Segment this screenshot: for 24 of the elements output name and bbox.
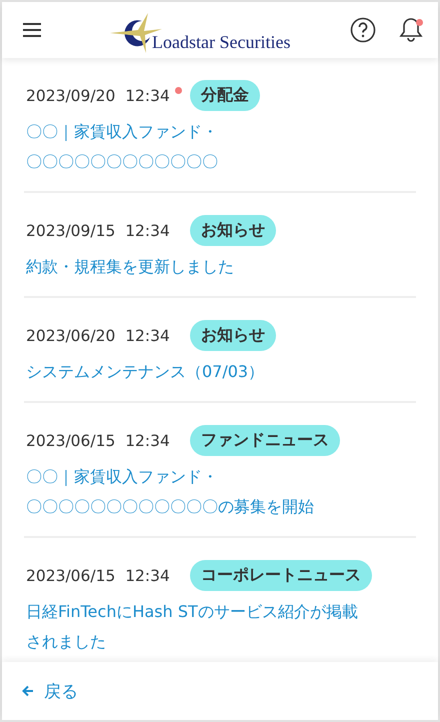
category-tag: 分配金 (190, 80, 260, 111)
news-datetime: 2023/09/15 12:34 (26, 222, 171, 240)
news-title-link[interactable]: 〇〇｜家賃収入ファンド・ 〇〇〇〇〇〇〇〇〇〇〇〇 (26, 117, 414, 177)
news-datetime: 2023/06/15 12:34 (26, 432, 171, 450)
news-datetime: 2023/06/15 12:34 (26, 566, 171, 584)
bell-icon (398, 16, 424, 44)
news-title-link[interactable]: 〇〇｜家賃収入ファンド・ 〇〇〇〇〇〇〇〇〇〇〇〇の募集を開始 (26, 462, 414, 522)
help-icon (350, 17, 376, 43)
news-title-link[interactable]: 約款・規程集を更新しました (26, 252, 414, 282)
help-button[interactable] (350, 17, 376, 43)
news-title-link[interactable]: システムメンテナンス（07/03） (26, 357, 414, 387)
menu-button[interactable] (22, 22, 42, 38)
news-title-link[interactable]: 日経FinTechにHash STのサービス紹介が掲載 されました (26, 597, 414, 657)
category-tag: コーポレートニュース (190, 560, 372, 591)
back-link[interactable]: 戻る (22, 680, 78, 702)
category-tag: お知らせ (190, 215, 276, 246)
left-arrow-icon (22, 685, 34, 697)
menu-icon (22, 22, 42, 38)
news-datetime: 2023/09/20 12:34 (26, 86, 182, 104)
notification-button[interactable] (398, 16, 424, 44)
category-tag: ファンドニュース (190, 425, 340, 456)
news-datetime: 2023/06/20 12:34 (26, 326, 171, 344)
logo-text: Loadstar Securities (152, 32, 290, 53)
category-tag: お知らせ (190, 320, 276, 351)
